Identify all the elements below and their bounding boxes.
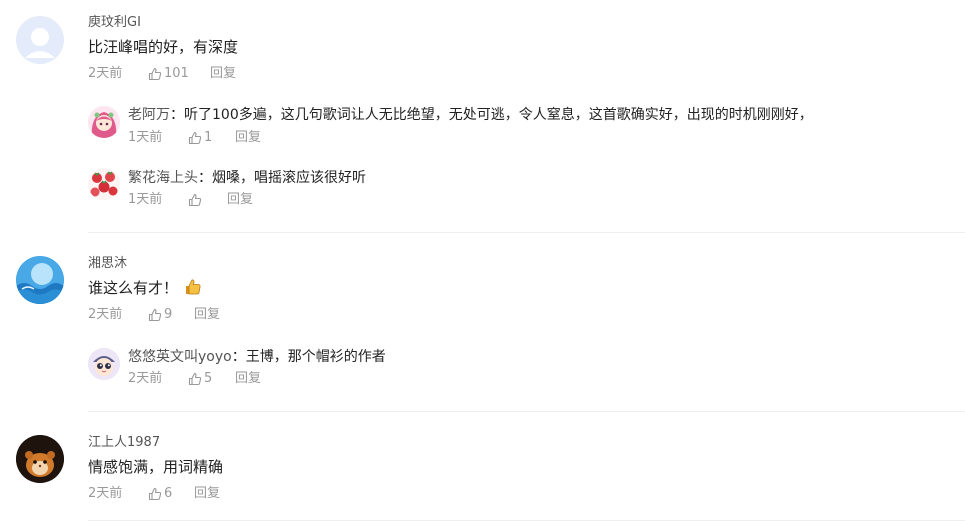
divider xyxy=(88,520,965,521)
like-count: 9 xyxy=(164,307,173,322)
comment-meta: 2天前 9 回复 xyxy=(88,307,220,323)
reply-text: ：听了100多遍，这几句歌词让人无比绝望，无处可逃，令人窒息，这首歌确实好，出现… xyxy=(170,107,813,123)
thumbs-up-icon xyxy=(188,131,202,145)
like-count: 101 xyxy=(164,66,189,81)
like-count: 6 xyxy=(164,486,173,501)
anime-girl-avatar-icon xyxy=(88,106,120,138)
reply-time: 1天前 xyxy=(128,130,163,145)
comment-time: 2天前 xyxy=(88,486,123,501)
thumbs-up-icon xyxy=(148,308,162,322)
comment-meta: 2天前 101 回复 xyxy=(88,66,236,82)
thumbs-up-icon xyxy=(188,372,202,386)
reply-time: 2天前 xyxy=(128,371,163,386)
reply-username[interactable]: 悠悠英文叫yoyo xyxy=(128,349,232,365)
hamster-avatar-icon xyxy=(16,435,64,483)
like-button[interactable]: 6 xyxy=(148,486,194,502)
reply-button[interactable]: 回复 xyxy=(194,486,220,502)
cartoon-face-avatar-icon xyxy=(88,348,120,380)
reply-meta: 1天前 1 回复 xyxy=(128,130,261,146)
like-button[interactable]: 5 xyxy=(188,371,235,387)
comment-text: 谁这么有才！ xyxy=(88,278,202,301)
reply-text: ：王博，那个帽衫的作者 xyxy=(231,349,386,365)
comment-username[interactable]: 湘思沐 xyxy=(88,256,127,272)
default-avatar-icon xyxy=(16,16,64,64)
reply-button[interactable]: 回复 xyxy=(235,371,261,387)
comment-time: 2天前 xyxy=(88,66,123,81)
comment-meta: 2天前 6 回复 xyxy=(88,486,220,502)
thumbs-up-emoji xyxy=(184,278,202,301)
reply-time: 1天前 xyxy=(128,192,163,207)
reply-username[interactable]: 繁花海上头 xyxy=(128,170,198,186)
reply-button[interactable]: 回复 xyxy=(227,192,253,208)
like-button[interactable]: 1 xyxy=(188,130,235,146)
like-button[interactable] xyxy=(188,193,227,207)
comment-text: 比汪峰唱的好，有深度 xyxy=(88,38,239,56)
avatar[interactable] xyxy=(88,168,120,200)
reply-line: 繁花海上头：烟嗓，唱摇滚应该很好听 xyxy=(128,168,366,188)
comment-text-content: 谁这么有才！ xyxy=(88,279,179,297)
divider xyxy=(88,411,965,412)
divider xyxy=(88,232,965,233)
comment-username[interactable]: 庾玟利GI xyxy=(88,15,141,31)
reply-meta: 2天前 5 回复 xyxy=(128,371,261,387)
reply-button[interactable]: 回复 xyxy=(210,66,236,82)
strawberry-avatar-icon xyxy=(88,168,120,200)
thumbs-up-icon xyxy=(188,193,202,207)
avatar[interactable] xyxy=(88,348,120,380)
comment-text: 情感饱满，用词精确 xyxy=(88,458,224,476)
like-button[interactable]: 101 xyxy=(148,66,210,82)
avatar[interactable] xyxy=(16,256,64,304)
thumbs-up-emoji-icon xyxy=(186,279,201,295)
ocean-avatar-icon xyxy=(16,256,64,304)
avatar[interactable] xyxy=(16,435,64,483)
like-count: 1 xyxy=(204,130,213,145)
thumbs-up-icon xyxy=(148,67,162,81)
thumbs-up-icon xyxy=(148,487,162,501)
reply-text: ：烟嗓，唱摇滚应该很好听 xyxy=(198,170,366,186)
comment-time: 2天前 xyxy=(88,307,123,322)
reply-line: 悠悠英文叫yoyo：王博，那个帽衫的作者 xyxy=(128,347,386,367)
avatar[interactable] xyxy=(16,16,64,64)
reply-username[interactable]: 老阿万 xyxy=(128,107,170,123)
reply-button[interactable]: 回复 xyxy=(235,130,261,146)
like-count: 5 xyxy=(204,371,213,386)
avatar[interactable] xyxy=(88,106,120,138)
like-button[interactable]: 9 xyxy=(148,307,194,323)
reply-meta: 1天前 回复 xyxy=(128,192,253,208)
reply-button[interactable]: 回复 xyxy=(194,307,220,323)
comment-username[interactable]: 江上人1987 xyxy=(88,435,160,451)
reply-line: 老阿万：听了100多遍，这几句歌词让人无比绝望，无处可逃，令人窒息，这首歌确实好… xyxy=(128,105,813,125)
